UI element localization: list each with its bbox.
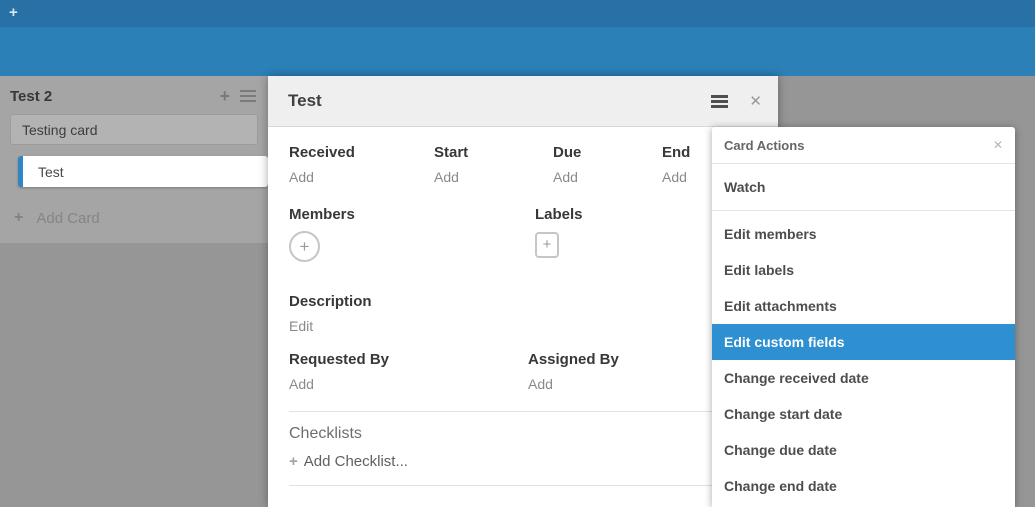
add-checklist-button[interactable]: + Add Checklist... <box>289 453 758 470</box>
card-test[interactable]: Test <box>18 156 268 187</box>
received-add-link[interactable]: Add <box>289 169 434 185</box>
description-section: Description Edit <box>289 293 758 334</box>
members-label: Members <box>289 206 535 223</box>
due-add-link[interactable]: Add <box>553 169 662 185</box>
assigned-by-section: Assigned By Add <box>528 351 619 392</box>
assigned-by-label: Assigned By <box>528 351 619 368</box>
requested-by-section: Requested By Add <box>289 351 528 392</box>
requested-by-add-link[interactable]: Add <box>289 376 528 392</box>
close-modal-icon[interactable]: ✕ <box>745 90 766 112</box>
list-menu-icon[interactable] <box>240 87 256 105</box>
start-add-link[interactable]: Add <box>434 169 553 185</box>
add-card-button[interactable]: + Add Card <box>14 209 268 227</box>
start-label: Start <box>434 144 553 161</box>
plus-icon: + <box>543 236 552 253</box>
menu-item-change-end-date[interactable]: Change end date <box>712 468 1015 504</box>
end-add-link[interactable]: Add <box>662 169 690 185</box>
app-window: + Test 2 + Testing card Test + Add Card … <box>0 0 1035 507</box>
add-board-icon[interactable]: + <box>9 5 18 21</box>
section-divider <box>289 485 758 486</box>
card-title: Test <box>288 91 711 111</box>
members-labels-row: Members + Labels + <box>289 206 758 262</box>
labels-section: Labels + <box>535 206 583 262</box>
list-header: Test 2 + <box>0 76 268 113</box>
menu-item-edit-custom-fields[interactable]: Edit custom fields <box>712 324 1015 360</box>
requested-assigned-row: Requested By Add Assigned By Add <box>289 351 758 392</box>
plus-icon: + <box>289 453 298 470</box>
card-label: Testing card <box>22 122 97 138</box>
add-label-button[interactable]: + <box>535 232 559 258</box>
top-navbar: + <box>0 0 1035 27</box>
list-panel: Test 2 + Testing card Test + Add Card <box>0 76 268 243</box>
plus-icon: + <box>300 237 310 256</box>
due-label: Due <box>553 144 662 161</box>
checklists-label: Checklists <box>289 425 758 443</box>
plus-icon: + <box>14 209 23 227</box>
card-detail-modal: Test ✕ Received Add Start Add Due Add <box>268 76 778 507</box>
menu-item-edit-members[interactable]: Edit members <box>712 216 1015 252</box>
popover-title: Card Actions <box>724 138 993 153</box>
due-date-field: Due Add <box>553 144 662 185</box>
close-popover-icon[interactable]: ✕ <box>993 138 1003 152</box>
members-section: Members + <box>289 206 535 262</box>
menu-item-change-start-date[interactable]: Change start date <box>712 396 1015 432</box>
menu-item-change-due-date[interactable]: Change due date <box>712 432 1015 468</box>
menu-item-edit-attachments[interactable]: Edit attachments <box>712 288 1015 324</box>
menu-item-edit-labels[interactable]: Edit labels <box>712 252 1015 288</box>
requested-by-label: Requested By <box>289 351 528 368</box>
labels-label: Labels <box>535 206 583 223</box>
card-testing-card[interactable]: Testing card <box>10 114 258 145</box>
card-actions-popover: Card Actions ✕ Watch Edit members Edit l… <box>712 127 1015 507</box>
end-label: End <box>662 144 690 161</box>
end-date-field: End Add <box>662 144 690 185</box>
checklists-section: Checklists + Add Checklist... <box>289 412 758 470</box>
list-title: Test 2 <box>10 88 219 105</box>
dates-row: Received Add Start Add Due Add End Add <box>289 144 758 185</box>
add-member-button[interactable]: + <box>289 231 320 262</box>
description-label: Description <box>289 293 758 310</box>
assigned-by-add-link[interactable]: Add <box>528 376 619 392</box>
modal-header: Test ✕ <box>268 76 778 127</box>
add-checklist-label: Add Checklist... <box>304 453 408 470</box>
popover-header: Card Actions ✕ <box>712 127 1015 164</box>
menu-item-watch[interactable]: Watch <box>712 164 1015 211</box>
add-card-label: Add Card <box>36 210 99 227</box>
modal-body: Received Add Start Add Due Add End Add <box>268 127 778 486</box>
list-add-card-icon[interactable]: + <box>219 89 230 103</box>
received-date-field: Received Add <box>289 144 434 185</box>
board-header-bar <box>0 27 1035 76</box>
card-actions-menu-icon[interactable] <box>711 93 728 110</box>
menu-item-change-received-date[interactable]: Change received date <box>712 360 1015 396</box>
card-label: Test <box>38 164 64 180</box>
description-edit-link[interactable]: Edit <box>289 318 758 334</box>
received-label: Received <box>289 144 434 161</box>
start-date-field: Start Add <box>434 144 553 185</box>
popover-menu: Edit members Edit labels Edit attachment… <box>712 211 1015 504</box>
